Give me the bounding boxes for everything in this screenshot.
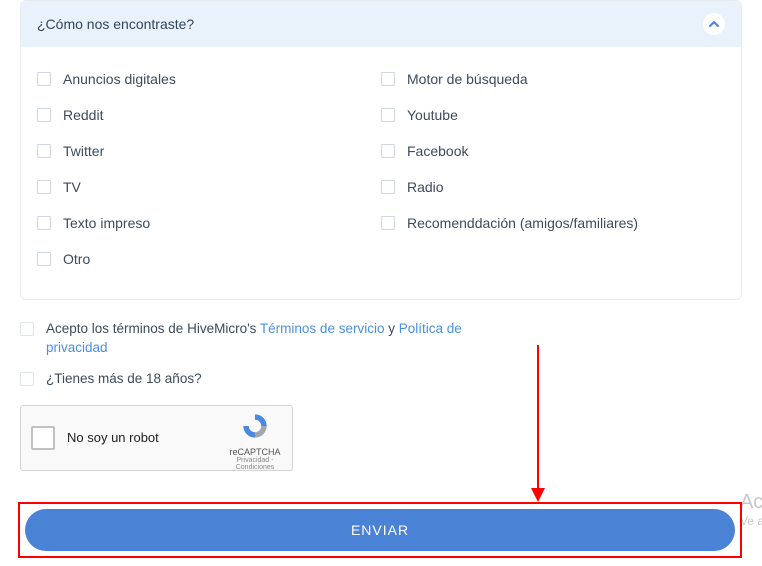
how-found-panel: ¿Cómo nos encontraste? Anuncios digitale… (20, 0, 742, 300)
recaptcha-checkbox[interactable] (31, 426, 55, 450)
option-row: Radio (381, 179, 725, 195)
options-right-column: Motor de búsqueda Youtube Facebook Radio… (381, 71, 725, 267)
option-checkbox[interactable] (381, 144, 395, 158)
terms-checkbox[interactable] (20, 322, 34, 336)
option-row: TV (37, 179, 381, 195)
panel-header: ¿Cómo nos encontraste? (21, 1, 741, 47)
recaptcha-brand: reCAPTCHA (226, 447, 284, 457)
consent-block: Acepto los términos de HiveMicro's Térmi… (20, 320, 742, 389)
option-checkbox[interactable] (37, 72, 51, 86)
recaptcha-icon (241, 412, 269, 440)
partial-overlay-text: Ac Ve a (740, 490, 762, 528)
option-label: Radio (407, 179, 444, 195)
option-row: Reddit (37, 107, 381, 123)
collapse-button[interactable] (703, 13, 725, 35)
option-checkbox[interactable] (381, 108, 395, 122)
recaptcha-label: No soy un robot (67, 430, 159, 445)
option-row: Facebook (381, 143, 725, 159)
option-checkbox[interactable] (381, 216, 395, 230)
option-row: Recomenddación (amigos/familiares) (381, 215, 725, 231)
terms-row: Acepto los términos de HiveMicro's Térmi… (20, 320, 742, 358)
terms-text: Acepto los términos de HiveMicro's Térmi… (46, 320, 466, 358)
option-checkbox[interactable] (37, 252, 51, 266)
panel-title: ¿Cómo nos encontraste? (37, 16, 194, 32)
option-label: Youtube (407, 107, 458, 123)
option-row: Youtube (381, 107, 725, 123)
option-row: Anuncios digitales (37, 71, 381, 87)
age-checkbox[interactable] (20, 372, 34, 386)
option-row: Otro (37, 251, 381, 267)
chevron-up-icon (709, 19, 719, 29)
option-checkbox[interactable] (37, 144, 51, 158)
terms-of-service-link[interactable]: Términos de servicio (260, 321, 385, 336)
partial-line-2: Ve a (740, 514, 762, 528)
option-label: Motor de búsqueda (407, 71, 528, 87)
submit-highlight-box: ENVIAR (18, 502, 742, 558)
option-label: Twitter (63, 143, 104, 159)
option-checkbox[interactable] (381, 180, 395, 194)
recaptcha-legal: Privacidad - Condiciones (226, 457, 284, 471)
option-row: Texto impreso (37, 215, 381, 231)
option-label: Reddit (63, 107, 103, 123)
option-checkbox[interactable] (381, 72, 395, 86)
option-checkbox[interactable] (37, 216, 51, 230)
option-row: Motor de búsqueda (381, 71, 725, 87)
submit-button-label: ENVIAR (351, 522, 409, 538)
option-row: Twitter (37, 143, 381, 159)
option-label: TV (63, 179, 81, 195)
option-label: Texto impreso (63, 215, 150, 231)
option-label: Otro (63, 251, 90, 267)
panel-body: Anuncios digitales Reddit Twitter TV Tex… (21, 47, 741, 299)
options-left-column: Anuncios digitales Reddit Twitter TV Tex… (37, 71, 381, 267)
age-row: ¿Tienes más de 18 años? (20, 370, 742, 389)
recaptcha-widget: No soy un robot reCAPTCHA Privacidad - C… (20, 405, 293, 471)
option-checkbox[interactable] (37, 180, 51, 194)
submit-button[interactable]: ENVIAR (25, 509, 735, 551)
recaptcha-branding: reCAPTCHA Privacidad - Condiciones (226, 412, 284, 471)
terms-join: y (384, 321, 398, 336)
terms-prefix: Acepto los términos de HiveMicro's (46, 321, 260, 336)
partial-line-1: Ac (740, 490, 762, 514)
option-checkbox[interactable] (37, 108, 51, 122)
age-text: ¿Tienes más de 18 años? (46, 370, 202, 389)
option-label: Recomenddación (amigos/familiares) (407, 215, 638, 231)
option-label: Anuncios digitales (63, 71, 176, 87)
option-label: Facebook (407, 143, 468, 159)
